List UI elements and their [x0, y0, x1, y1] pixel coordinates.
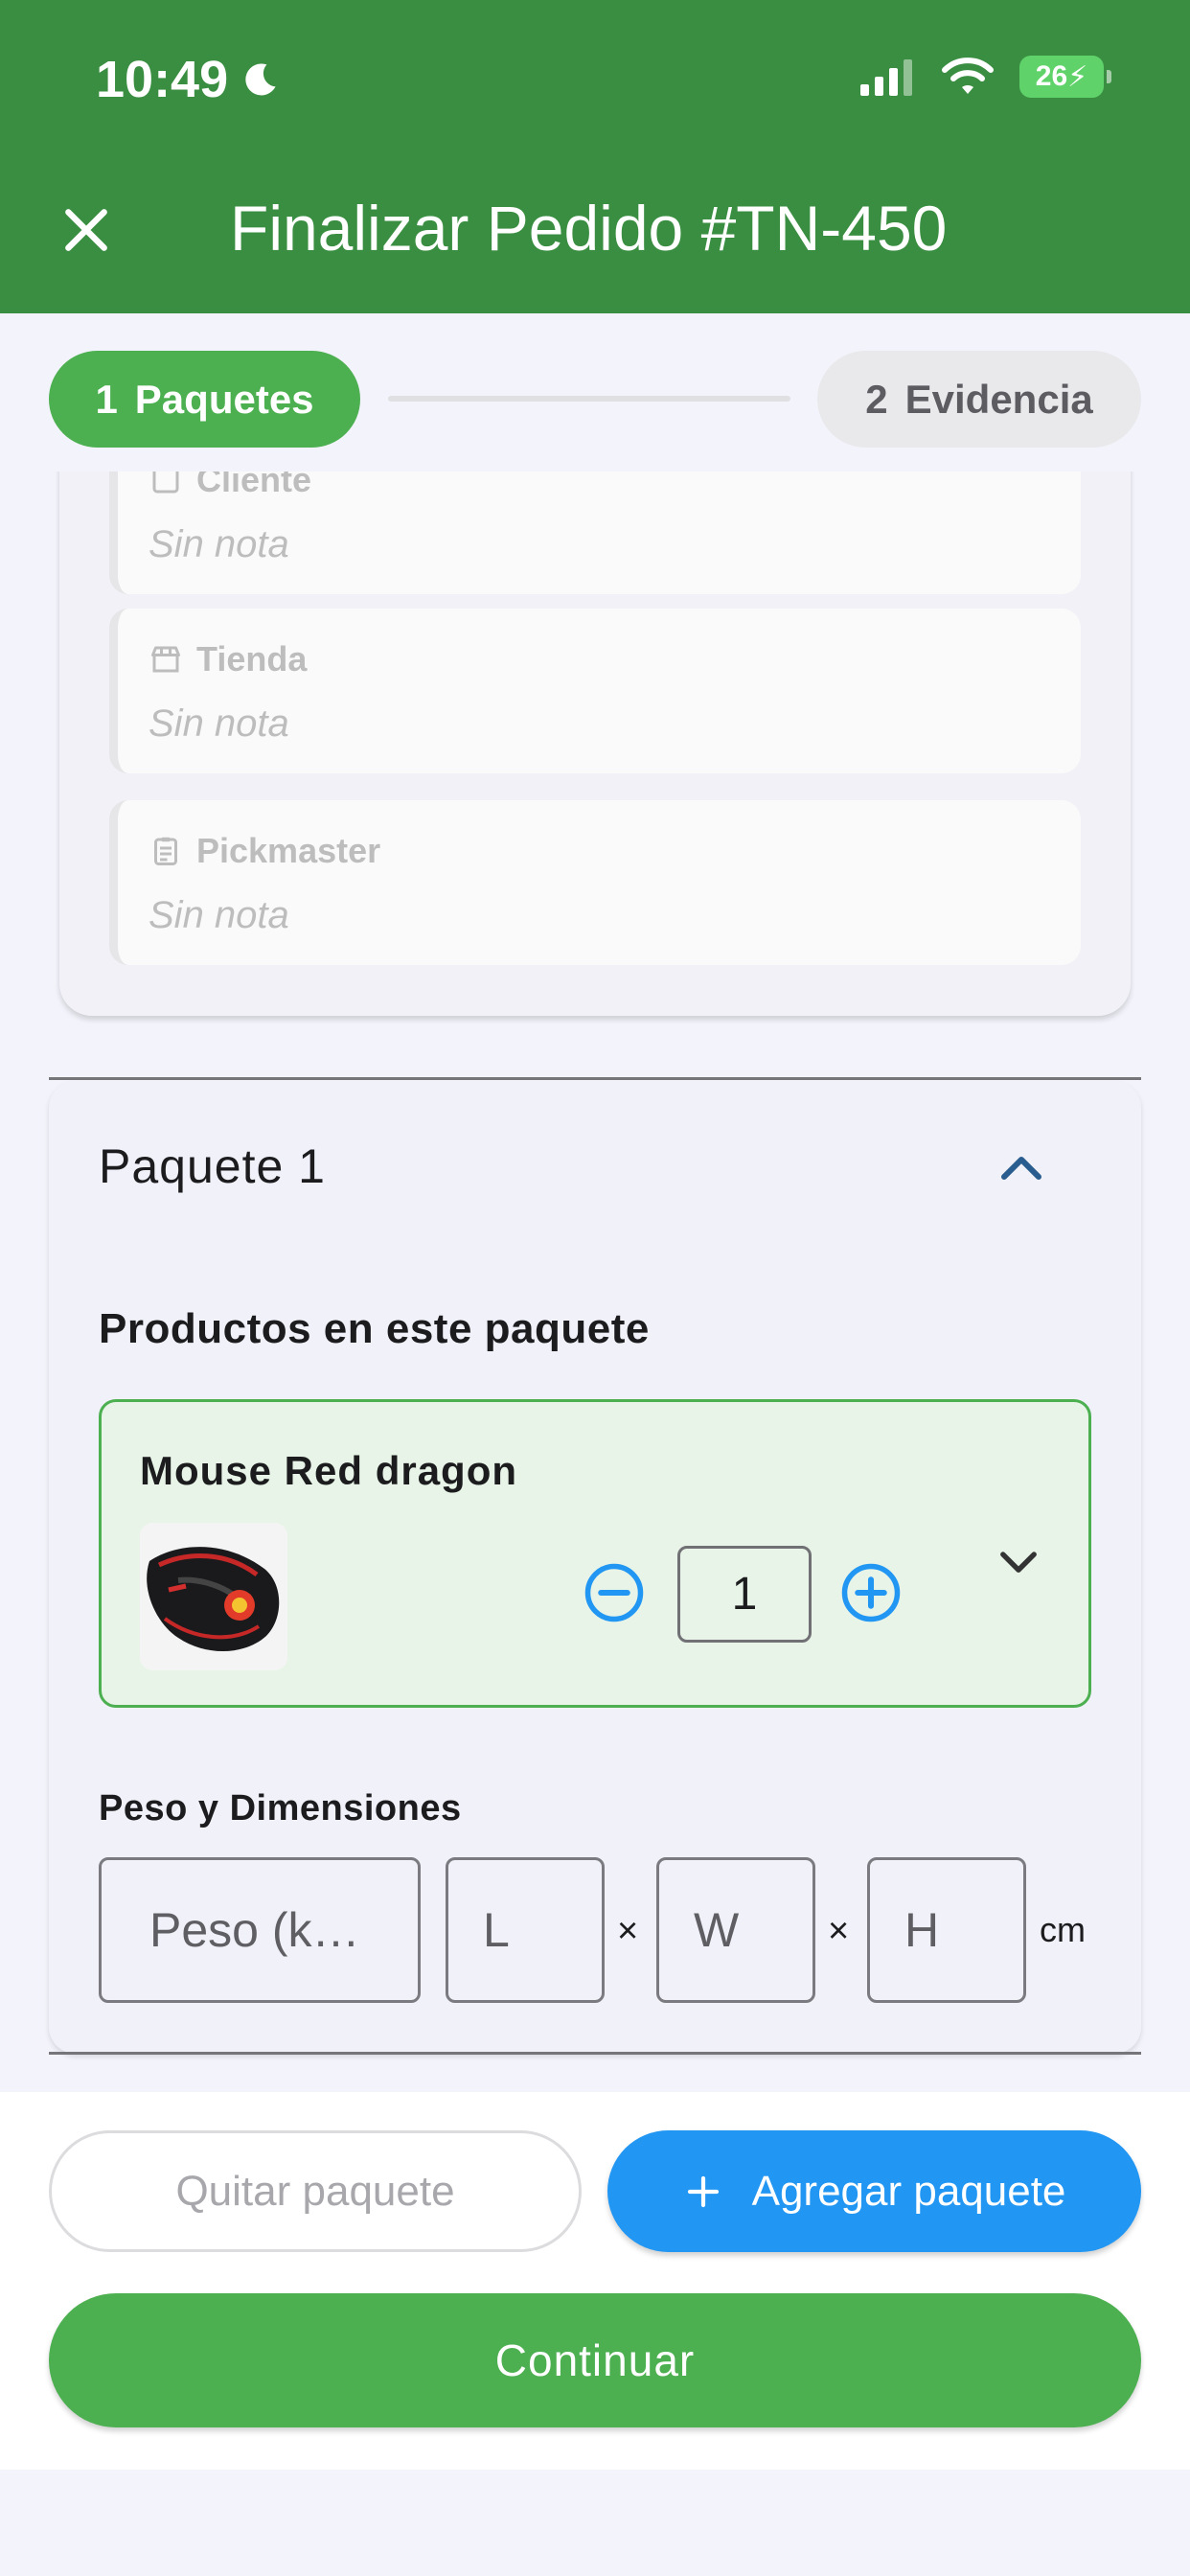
footer-actions: Quitar paquete Agregar paquete Continuar — [0, 2092, 1190, 2470]
times-symbol: × — [828, 1911, 850, 1951]
step-label: Paquetes — [134, 376, 314, 422]
status-time: 10:49 — [96, 50, 282, 109]
signal-icon — [860, 59, 912, 96]
package-title[interactable]: Paquete 1 — [99, 1138, 326, 1194]
product-image — [140, 1523, 287, 1670]
note-text: Sin nota — [149, 894, 289, 936]
clipboard-icon — [154, 837, 177, 865]
close-icon[interactable] — [56, 199, 117, 261]
remove-package-button[interactable]: Quitar paquete — [49, 2130, 582, 2252]
store-icon — [151, 646, 180, 673]
unit-label: cm — [1040, 1910, 1086, 1949]
moon-icon — [245, 63, 276, 96]
mouse-image — [140, 1523, 287, 1670]
chevron-up-icon[interactable] — [997, 1148, 1045, 1186]
wifi-icon — [942, 58, 994, 94]
charging-icon: ⚡ — [1067, 60, 1088, 93]
note-text: Sin nota — [149, 523, 289, 565]
notes-card: Cliente Sin nota Tienda Sin nota Pickmas… — [59, 460, 1131, 1016]
plus-icon — [687, 2175, 719, 2207]
chevron-down-icon[interactable] — [996, 1546, 1041, 1580]
add-package-button[interactable]: Agregar paquete — [607, 2130, 1141, 2252]
add-package-label: Agregar paquete — [751, 2167, 1066, 2215]
continue-button[interactable]: Continuar — [49, 2293, 1141, 2427]
divider — [49, 2052, 1141, 2055]
status-indicators: 26 ⚡ — [858, 56, 1111, 98]
step-number: 2 — [865, 376, 888, 422]
quantity-field[interactable]: 1 — [677, 1546, 812, 1643]
page-title: Finalizar Pedido #TN-450 — [230, 193, 948, 264]
step-label: Evidencia — [904, 376, 1093, 422]
note-pickmaster: Pickmaster Sin nota — [109, 800, 1081, 965]
increase-quantity-icon[interactable] — [839, 1561, 903, 1624]
step-connector — [388, 396, 790, 402]
note-label: Pickmaster — [196, 831, 381, 870]
app-header: 10:49 26 ⚡ Finalizar Pedido #TN-450 — [0, 0, 1190, 313]
note-text: Sin nota — [149, 702, 289, 745]
length-input[interactable]: L — [446, 1857, 605, 2003]
package-card: Paquete 1 Productos en este paquete Mous… — [49, 1081, 1141, 2054]
battery-indicator: 26 ⚡ — [1019, 56, 1111, 98]
height-input[interactable]: H — [867, 1857, 1026, 2003]
dimensions-title: Peso y Dimensiones — [99, 1788, 462, 1828]
times-symbol: × — [617, 1911, 639, 1951]
width-input[interactable]: W — [656, 1857, 815, 2003]
step-number: 1 — [95, 376, 118, 422]
step-evidencia[interactable]: 2 Evidencia — [817, 351, 1141, 448]
decrease-quantity-icon[interactable] — [583, 1561, 646, 1624]
product-name: Mouse Red dragon — [140, 1448, 518, 1493]
divider — [49, 1077, 1141, 1080]
weight-input[interactable]: Peso (k… — [99, 1857, 421, 2003]
step-paquetes[interactable]: 1 Paquetes — [49, 351, 360, 448]
note-cliente: Cliente Sin nota — [109, 460, 1081, 594]
products-section-title: Productos en este paquete — [99, 1305, 650, 1352]
note-tienda: Tienda Sin nota — [109, 609, 1081, 773]
note-label: Tienda — [196, 639, 308, 678]
product-item: Mouse Red dragon 1 — [99, 1399, 1091, 1708]
